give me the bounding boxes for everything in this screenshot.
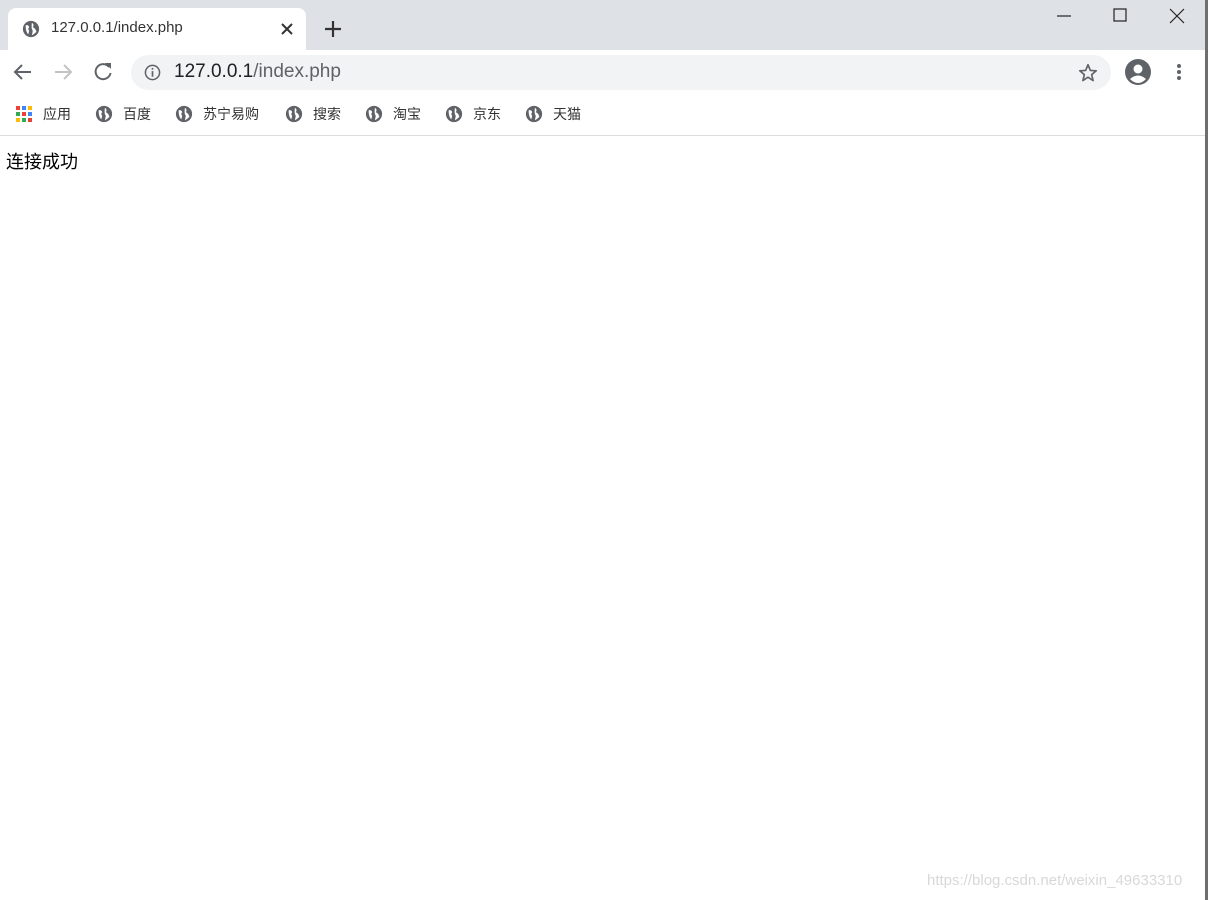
bookmark-apps[interactable]: 应用 — [15, 104, 71, 124]
kebab-menu-icon[interactable] — [1170, 61, 1188, 83]
maximize-icon[interactable] — [1108, 4, 1132, 28]
globe-icon — [95, 105, 113, 123]
page-body-text: 连接成功 — [6, 152, 78, 173]
bookmark-baidu[interactable]: 百度 — [95, 104, 151, 124]
url-host: 127.0.0.1 — [174, 61, 254, 82]
minimize-icon[interactable] — [1052, 4, 1076, 28]
globe-icon — [285, 105, 303, 123]
back-arrow-icon[interactable] — [12, 61, 34, 83]
bookmark-label: 搜索 — [313, 107, 341, 123]
url-text: 127.0.0.1/index.php — [174, 61, 341, 83]
globe-icon — [175, 105, 193, 123]
bookmark-label: 百度 — [123, 107, 151, 123]
bookmark-tmall[interactable]: 天猫 — [525, 104, 581, 124]
bookmark-jd[interactable]: 京东 — [445, 104, 501, 124]
bookmark-label: 淘宝 — [393, 107, 421, 123]
apps-grid-icon — [16, 106, 32, 122]
globe-icon — [525, 105, 543, 123]
bookmark-taobao[interactable]: 淘宝 — [365, 104, 421, 124]
bookmarks-bar: 应用 百度 苏宁易购 搜索 淘宝 京东 天猫 — [0, 95, 1205, 136]
bookmark-label: 应用 — [43, 107, 71, 123]
globe-icon — [365, 105, 383, 123]
profile-avatar-icon[interactable] — [1124, 58, 1152, 86]
watermark-text: https://blog.csdn.net/weixin_49633310 — [927, 872, 1183, 889]
bookmark-label: 京东 — [473, 107, 501, 123]
info-icon[interactable] — [144, 64, 161, 81]
address-bar[interactable]: 127.0.0.1/index.php — [131, 55, 1111, 90]
bookmark-label: 天猫 — [553, 107, 581, 123]
toolbar: 127.0.0.1/index.php — [0, 50, 1205, 95]
tab-active[interactable]: 127.0.0.1/index.php — [8, 8, 306, 50]
bookmark-search[interactable]: 搜索 — [285, 104, 341, 124]
bookmark-label: 苏宁易购 — [203, 107, 259, 123]
globe-icon — [22, 20, 40, 38]
close-tab-icon[interactable] — [278, 20, 296, 38]
bookmark-suning[interactable]: 苏宁易购 — [175, 104, 259, 124]
tab-title: 127.0.0.1/index.php — [51, 19, 183, 36]
forward-arrow-icon[interactable] — [52, 61, 74, 83]
tab-strip: 127.0.0.1/index.php — [0, 0, 1205, 50]
url-path: /index.php — [253, 61, 341, 82]
new-tab-plus-icon[interactable] — [323, 19, 343, 39]
globe-icon — [445, 105, 463, 123]
close-window-icon[interactable] — [1165, 4, 1189, 28]
reload-icon[interactable] — [92, 61, 114, 83]
bookmark-star-icon[interactable] — [1077, 62, 1099, 84]
